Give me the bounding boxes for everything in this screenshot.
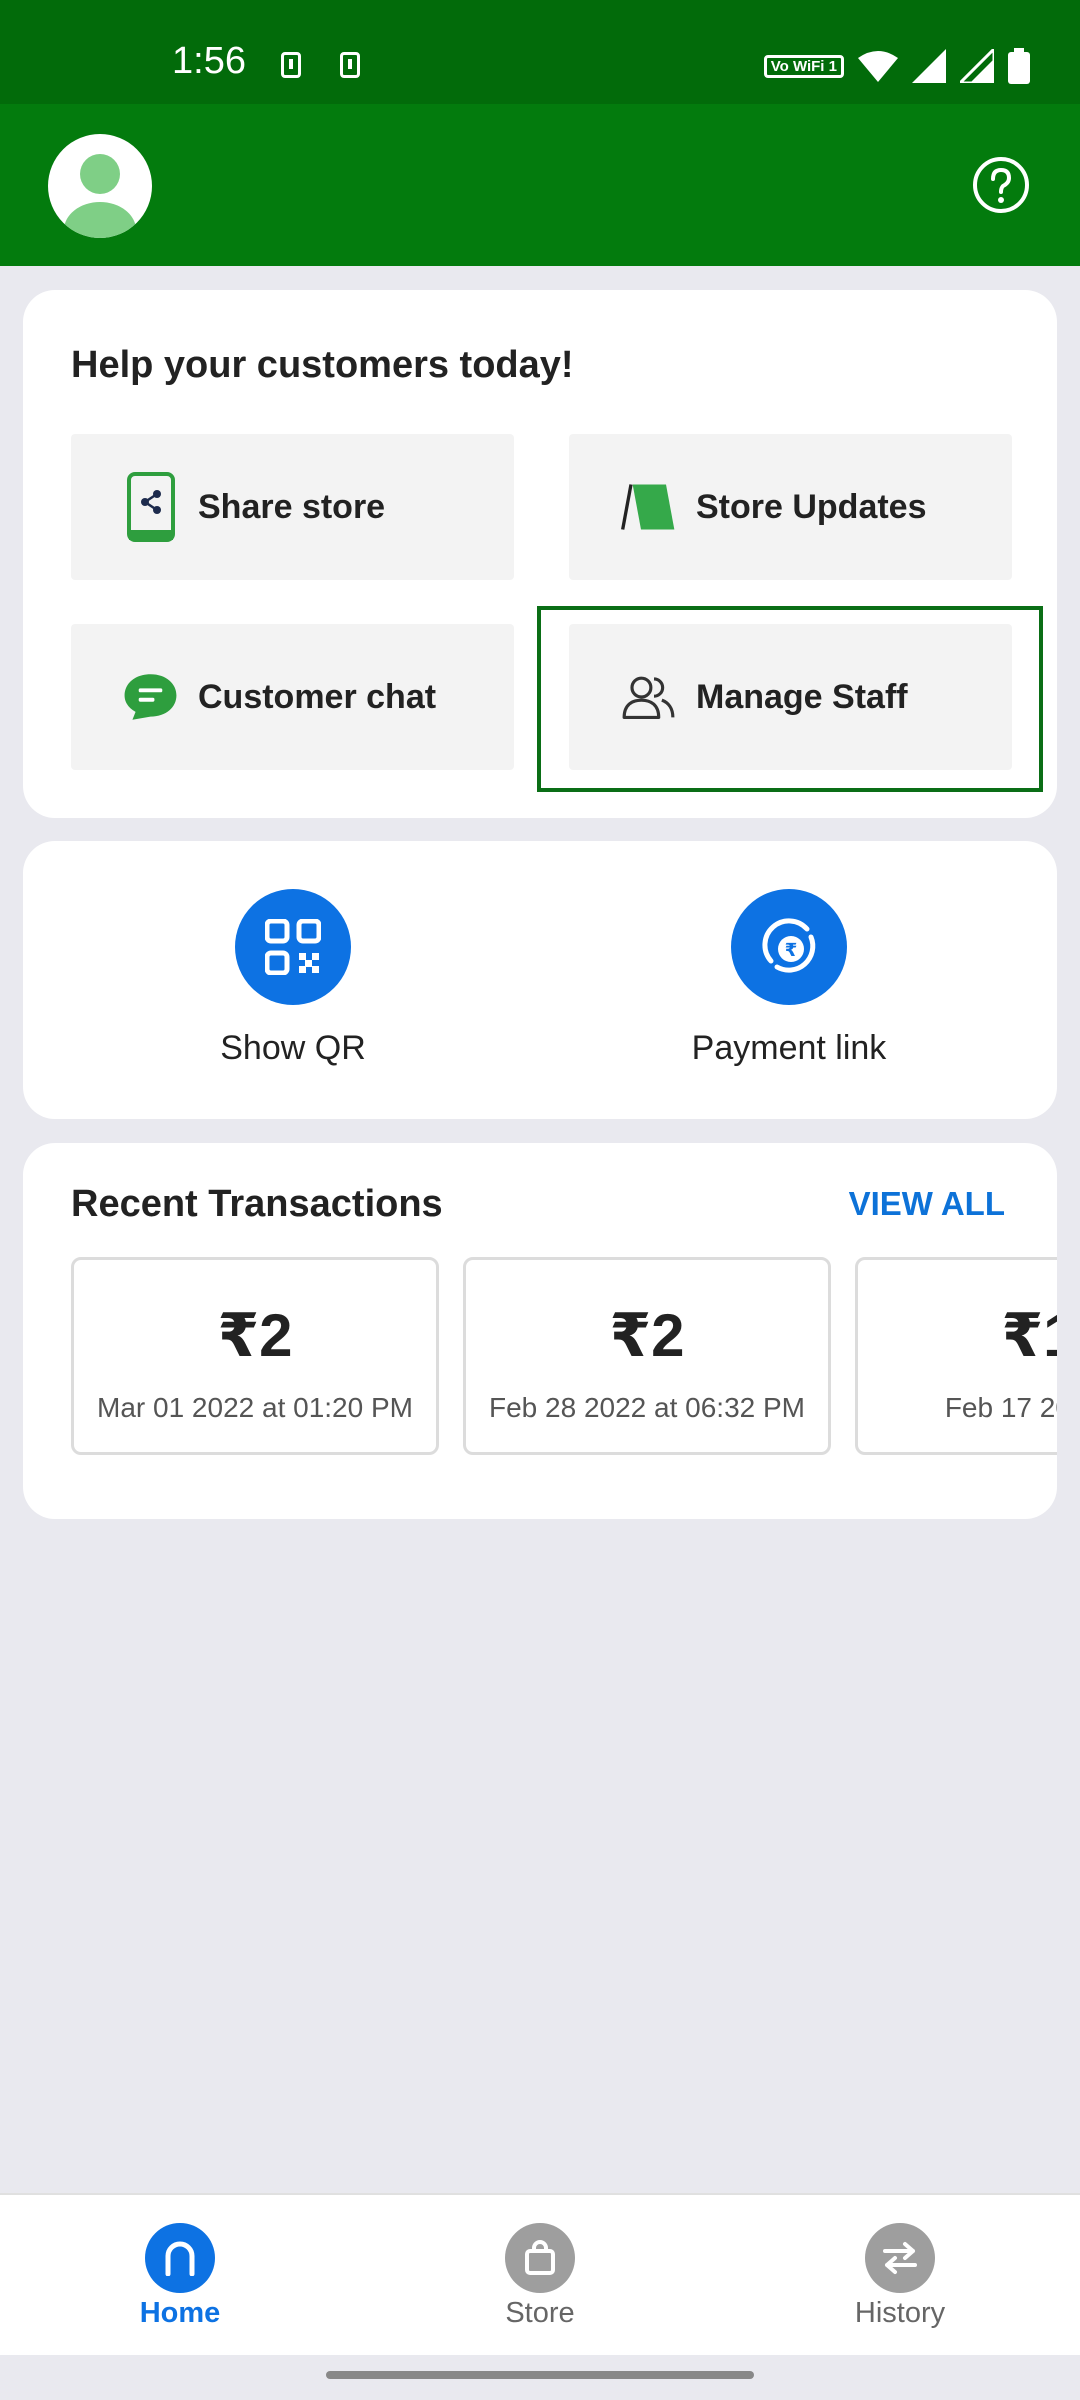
status-time: 1:56 (172, 40, 246, 82)
share-store-tile[interactable]: Share store (71, 434, 514, 580)
swap-arrows-icon (865, 2223, 935, 2293)
vowifi-badge: Vo WiFi 1 (763, 54, 844, 78)
transaction-date: Mar 01 2022 at 01:20 PM (97, 1392, 413, 1423)
gesture-bar[interactable] (326, 2371, 754, 2379)
nav-store-label: Store (505, 2297, 575, 2329)
status-icons: Vo WiFi 1 (763, 46, 1030, 86)
user-avatar-icon[interactable] (48, 134, 152, 238)
help-circle-icon[interactable] (972, 156, 1030, 214)
signal-icon (912, 49, 946, 83)
store-updates-tile[interactable]: Store Updates (569, 434, 1012, 580)
download-icon (281, 52, 301, 78)
transaction-card[interactable]: ₹1 Feb 17 2022 at (855, 1257, 1057, 1455)
view-all-link[interactable]: VIEW ALL (849, 1185, 1005, 1223)
bottom-navigation: Home Store History (0, 2193, 1080, 2355)
transaction-date: Feb 17 2022 at (944, 1392, 1057, 1423)
show-qr-label: Show QR (220, 1029, 366, 1067)
download-icon (340, 52, 360, 78)
customer-chat-label: Customer chat (198, 677, 437, 716)
transaction-card[interactable]: ₹2 Feb 28 2022 at 06:32 PM (463, 1257, 831, 1455)
show-qr-button[interactable]: Show QR (143, 889, 443, 1068)
chat-bubble-icon (123, 662, 178, 732)
nav-home-label: Home (139, 2297, 221, 2329)
transaction-amount: ₹2 (609, 1302, 685, 1369)
recent-transactions-title: Recent Transactions (71, 1183, 443, 1225)
payment-link-button[interactable]: ₹ Payment link (639, 889, 939, 1068)
store-updates-label: Store Updates (696, 487, 927, 526)
manage-staff-highlight (537, 606, 1043, 792)
transaction-amount: ₹1 (1001, 1302, 1057, 1369)
transaction-date: Feb 28 2022 at 06:32 PM (489, 1392, 805, 1423)
wifi-icon (858, 51, 898, 82)
nav-history-label: History (854, 2297, 946, 2329)
payment-link-label: Payment link (691, 1029, 887, 1067)
recent-transactions-card: Recent Transactions VIEW ALL ₹2 Mar 01 2… (23, 1143, 1057, 1519)
app-header (0, 104, 1080, 266)
nav-home[interactable]: Home (80, 2223, 280, 2330)
customer-chat-tile[interactable]: Customer chat (71, 624, 514, 770)
qr-code-icon (235, 889, 351, 1005)
transaction-amount: ₹2 (217, 1302, 293, 1369)
payment-link-icon: ₹ (731, 889, 847, 1005)
transaction-card[interactable]: ₹2 Mar 01 2022 at 01:20 PM (71, 1257, 439, 1455)
nav-store[interactable]: Store (440, 2223, 640, 2330)
share-store-label: Share store (198, 487, 386, 526)
payments-card: Show QR ₹ Payment link (23, 841, 1057, 1119)
help-section-title: Help your customers today! (71, 344, 574, 386)
transactions-list[interactable]: ₹2 Mar 01 2022 at 01:20 PM ₹2 Feb 28 202… (71, 1257, 1057, 1463)
battery-icon (1008, 48, 1030, 84)
home-icon (145, 2223, 215, 2293)
svg-text:₹: ₹ (785, 940, 798, 961)
signal-icon (960, 49, 994, 83)
shopping-bag-icon (505, 2223, 575, 2293)
store-updates-icon (621, 472, 676, 542)
nav-history[interactable]: History (800, 2223, 1000, 2330)
share-store-icon (123, 472, 178, 542)
status-bar: 1:56 Vo WiFi 1 (0, 0, 1080, 104)
